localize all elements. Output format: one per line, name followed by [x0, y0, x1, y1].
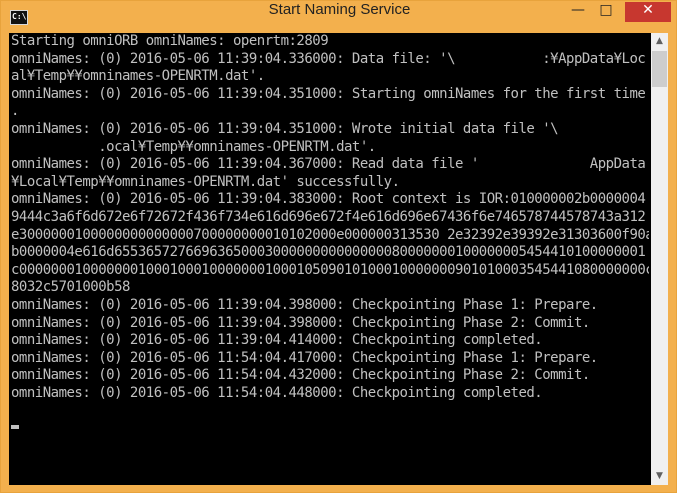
- console-line: b0000004e616d655365727669636500030000000…: [11, 244, 646, 261]
- console-line: omniNames: (0) 2016-05-06 11:54:04.43200…: [11, 367, 590, 384]
- console-line: omniNames: (0) 2016-05-06 11:39:04.38300…: [11, 191, 646, 208]
- console-line: Starting omniORB omniNames: openrtm:2809: [11, 33, 329, 49]
- console-line: c000000010000000100010001000000010001050…: [11, 261, 649, 278]
- console-line: omniNames: (0) 2016-05-06 11:39:04.35100…: [11, 120, 559, 137]
- scroll-up-arrow-icon[interactable]: ▲: [651, 33, 668, 50]
- vertical-scrollbar[interactable]: ▲ ▼: [651, 33, 668, 485]
- console-window: C:\ Start Naming Service — □ ✕ Starting …: [0, 0, 677, 493]
- console-line: omniNames: (0) 2016-05-06 11:39:04.41400…: [11, 332, 543, 349]
- title-bar[interactable]: C:\ Start Naming Service — □ ✕: [1, 1, 676, 33]
- console-line: omniNames: (0) 2016-05-06 11:39:04.33600…: [11, 50, 646, 67]
- console-line: omniNames: (0) 2016-05-06 11:39:04.39800…: [11, 314, 590, 331]
- console-area[interactable]: Starting omniORB omniNames: openrtm:2809…: [9, 33, 668, 485]
- console-line: .: [11, 103, 19, 120]
- scroll-down-arrow-icon[interactable]: ▼: [651, 468, 668, 485]
- minimize-button[interactable]: —: [564, 2, 592, 22]
- console-line: ¥Local¥Temp¥¥omninames-OPENRTM.dat' succ…: [11, 173, 400, 190]
- close-button[interactable]: ✕: [625, 2, 671, 22]
- scrollbar-thumb[interactable]: [652, 51, 667, 87]
- console-line: omniNames: (0) 2016-05-06 11:39:04.35100…: [11, 85, 646, 102]
- console-line: omniNames: (0) 2016-05-06 11:39:04.36700…: [11, 156, 646, 173]
- console-line: al¥Temp¥¥omninames-OPENRTM.dat'.: [11, 68, 265, 85]
- console-line: omniNames: (0) 2016-05-06 11:54:04.44800…: [11, 384, 543, 401]
- console-line: 8032c5701000b58: [11, 279, 130, 296]
- console-line: .ocal¥Temp¥¥omninames-OPENRTM.dat'.: [11, 138, 376, 155]
- console-line: omniNames: (0) 2016-05-06 11:54:04.41700…: [11, 349, 598, 366]
- console-output: Starting omniORB omniNames: openrtm:2809…: [11, 33, 649, 485]
- text-cursor: [11, 425, 19, 429]
- console-line: 9444c3a6f6d672e6f72672f436f734e616d696e6…: [11, 208, 646, 225]
- maximize-button[interactable]: □: [592, 2, 620, 22]
- console-line: omniNames: (0) 2016-05-06 11:39:04.39800…: [11, 296, 598, 313]
- console-line: e300000010000000000000070000000001010200…: [11, 226, 649, 243]
